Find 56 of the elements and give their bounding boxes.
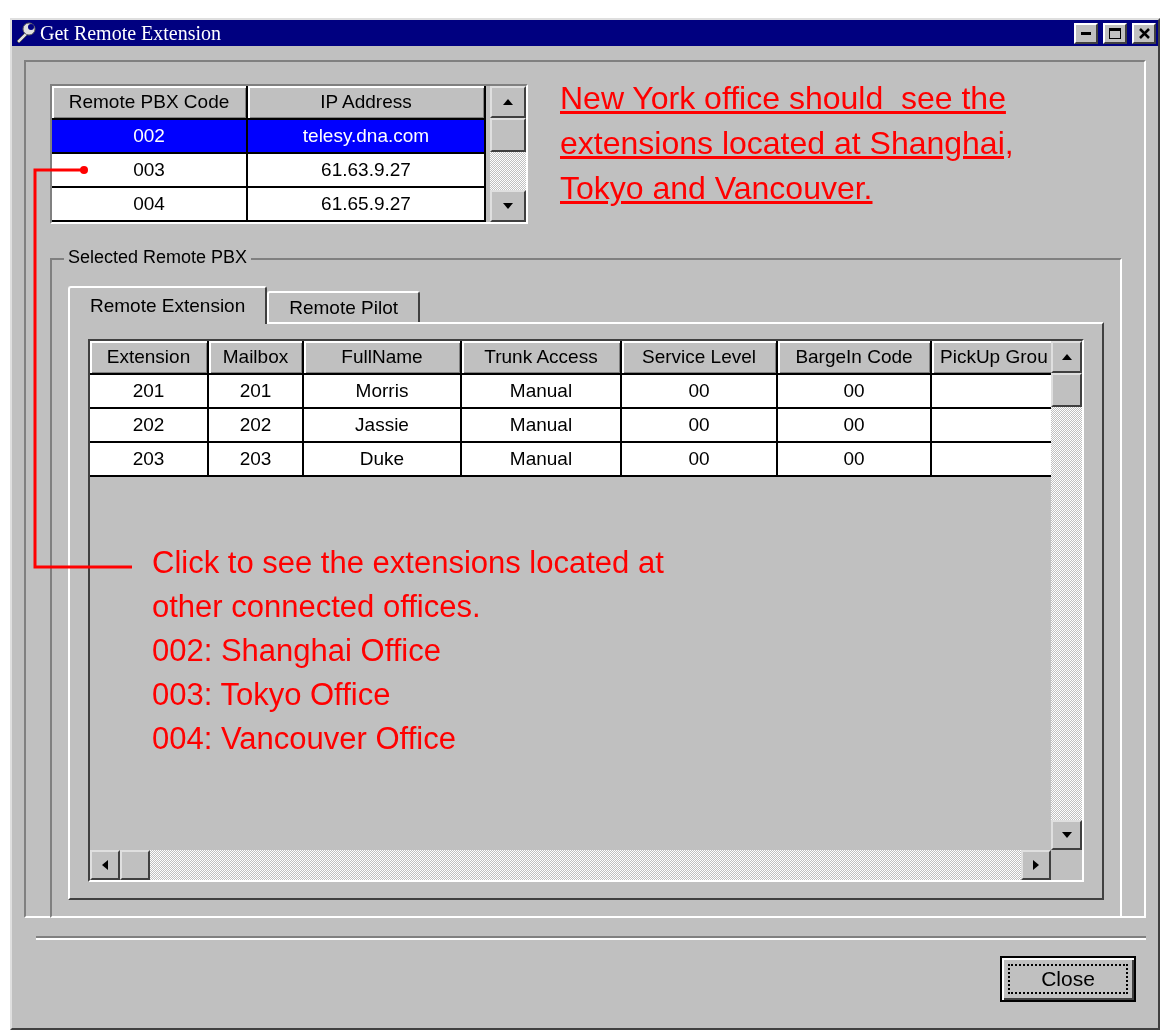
- column-header[interactable]: Extension: [90, 341, 209, 375]
- table-cell: Manual: [462, 443, 622, 477]
- column-header[interactable]: FullName: [304, 341, 462, 375]
- horizontal-scrollbar[interactable]: [90, 850, 1051, 880]
- table-row[interactable]: 002 telesy.dna.com: [52, 120, 486, 154]
- minimize-button[interactable]: [1074, 22, 1098, 44]
- scroll-down-button[interactable]: [490, 190, 526, 222]
- annotation-text: Tokyo and Vancouver.: [560, 169, 873, 208]
- annotation-text: Click to see the extensions located at: [152, 544, 664, 582]
- window-title: Get Remote Extension: [40, 21, 223, 45]
- scroll-right-button[interactable]: [1021, 850, 1051, 880]
- table-cell: Duke: [304, 443, 462, 477]
- annotation-text: 004: Vancouver Office: [152, 720, 457, 758]
- scroll-down-button[interactable]: [1051, 820, 1082, 850]
- column-header[interactable]: Service Level: [622, 341, 778, 375]
- column-header[interactable]: Trunk Access: [462, 341, 622, 375]
- minimize-icon: [1081, 31, 1091, 35]
- table-cell: 00: [622, 443, 778, 477]
- vertical-scrollbar[interactable]: [490, 86, 526, 222]
- scroll-up-button[interactable]: [1051, 341, 1082, 373]
- scroll-up-button[interactable]: [490, 86, 526, 118]
- column-header[interactable]: PickUp Grou: [932, 341, 1051, 375]
- down-triangle-icon: [1061, 832, 1072, 838]
- column-header[interactable]: IP Address: [248, 86, 486, 120]
- scroll-thumb[interactable]: [490, 118, 526, 152]
- scroll-thumb[interactable]: [120, 850, 150, 880]
- table-cell: 61.65.9.27: [248, 188, 486, 222]
- close-button[interactable]: [1132, 22, 1156, 44]
- maximize-icon: [1109, 27, 1121, 39]
- table-row[interactable]: 004 61.65.9.27: [52, 188, 486, 222]
- scroll-thumb[interactable]: [1051, 373, 1082, 407]
- close-icon: [1138, 27, 1150, 39]
- annotation-text: other connected offices.: [152, 588, 482, 626]
- left-triangle-icon: [102, 860, 108, 870]
- tab[interactable]: Remote Pilot: [267, 291, 421, 322]
- column-header[interactable]: BargeIn Code: [778, 341, 932, 375]
- table-cell: 203: [90, 443, 209, 477]
- column-header[interactable]: Remote PBX Code: [52, 86, 248, 120]
- table-cell: 004: [52, 188, 248, 222]
- maximize-button[interactable]: [1103, 22, 1127, 44]
- column-header[interactable]: Mailbox: [209, 341, 304, 375]
- table-cell: 00: [778, 443, 932, 477]
- table-cell: 203: [209, 443, 304, 477]
- tab[interactable]: Remote Extension: [68, 286, 268, 324]
- vertical-scrollbar[interactable]: [1051, 341, 1082, 850]
- annotation-text: extensions located at Shanghai,: [560, 124, 1014, 163]
- scroll-left-button[interactable]: [90, 850, 120, 880]
- right-triangle-icon: [1033, 860, 1039, 870]
- annotation-text: 003: Tokyo Office: [152, 676, 392, 714]
- annotation-text: 002: Shanghai Office: [152, 632, 442, 670]
- up-triangle-icon: [1061, 354, 1072, 360]
- down-triangle-icon: [503, 203, 513, 209]
- table-row[interactable]: 003 61.63.9.27: [52, 154, 486, 188]
- up-triangle-icon: [503, 99, 513, 105]
- annotation-text: New York office should see the: [560, 79, 1006, 118]
- close-button[interactable]: Close: [1000, 956, 1136, 1002]
